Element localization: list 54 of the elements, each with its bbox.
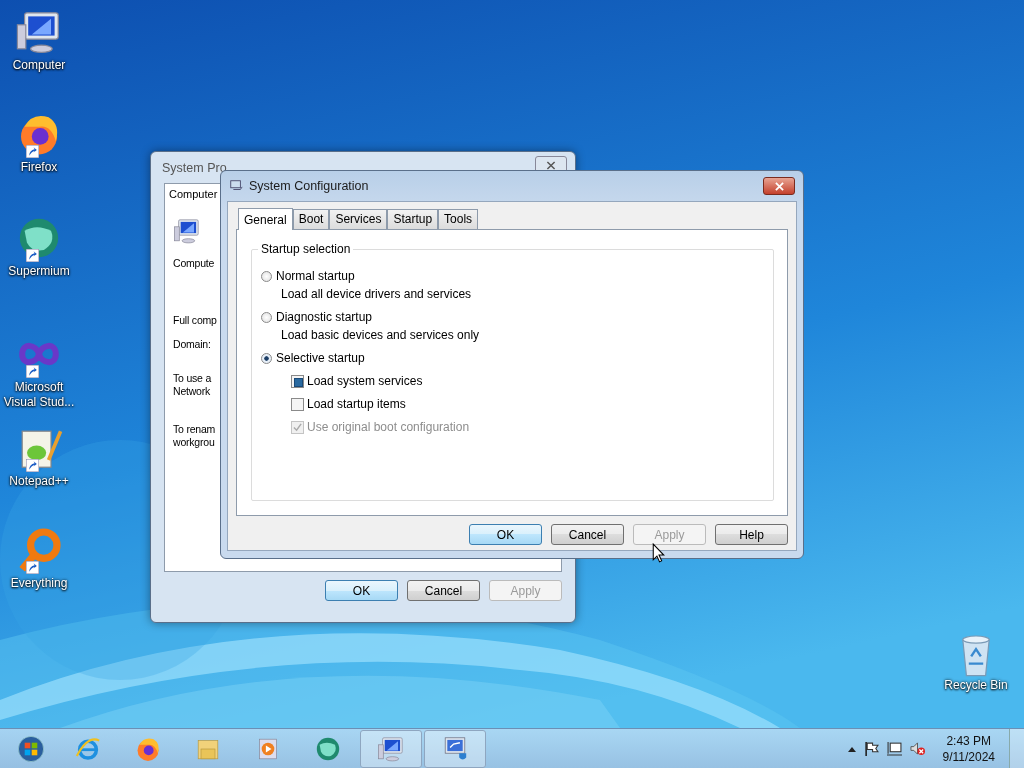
label-text: Compute	[173, 257, 215, 269]
checkbox[interactable]	[291, 374, 304, 388]
desktop-icon-label: Firefox	[20, 160, 58, 175]
window-title: System Pro	[162, 161, 228, 175]
tab[interactable]: General	[238, 208, 293, 230]
clock[interactable]: 2:43 PM 9/11/2024	[942, 732, 995, 765]
desktop-icon-label: Microsoft Visual Stud...	[2, 380, 76, 410]
group-label: Startup selection	[258, 243, 354, 256]
tab[interactable]: Tools	[438, 209, 479, 229]
computer-icon	[377, 734, 405, 763]
dialog-button[interactable]: Cancel	[551, 524, 624, 545]
close-button[interactable]	[763, 177, 795, 195]
radio-button[interactable]	[261, 352, 272, 364]
description-text: To use a Network	[173, 372, 212, 397]
option-label[interactable]: Normal startup	[276, 269, 355, 283]
start-orb-icon[interactable]	[17, 734, 45, 763]
tab[interactable]: Boot	[292, 209, 330, 229]
network-icon[interactable]	[886, 741, 902, 756]
dialog-button[interactable]: Help	[715, 524, 788, 545]
desktop-icon-label: Notepad++	[9, 474, 69, 489]
close-icon	[773, 181, 785, 191]
option-label[interactable]: Diagnostic startup	[276, 310, 373, 324]
flag-icon[interactable]	[863, 741, 879, 756]
app-icon	[229, 179, 243, 193]
tab[interactable]: Services	[329, 209, 388, 229]
option-description: Load all device drivers and services	[281, 287, 473, 301]
show-desktop-button[interactable]	[1009, 728, 1024, 768]
mouse-pointer-icon	[652, 543, 665, 564]
muted-speaker-icon[interactable]	[909, 741, 925, 756]
computer-icon	[173, 217, 201, 245]
show-hidden-icons-icon[interactable]	[847, 745, 856, 752]
radio-button[interactable]	[261, 311, 272, 323]
radio-button[interactable]	[261, 270, 272, 282]
window-title: System Configuration	[249, 179, 370, 193]
description-text: To renam workgrou	[173, 423, 216, 448]
close-icon	[546, 160, 556, 170]
desktop-icon-label: Recycle Bin	[944, 678, 1008, 693]
option-label[interactable]: Selective startup	[276, 351, 365, 365]
tab[interactable]: Startup	[387, 209, 439, 229]
taskbar-button[interactable]	[360, 729, 422, 768]
checkbox-label[interactable]: Load startup items	[307, 397, 406, 411]
option-description: Load basic devices and services only	[281, 328, 481, 342]
dialog-button[interactable]: OK	[469, 524, 542, 545]
dialog-button[interactable]: OK	[325, 580, 398, 601]
tab[interactable]: Computer	[164, 183, 222, 203]
label-text: Domain:	[173, 338, 211, 350]
label-text: Full comp	[173, 314, 217, 326]
desktop-icon-label: Supermium	[8, 264, 70, 279]
taskbar-button[interactable]	[424, 729, 486, 768]
desktop-icon-label: Everything	[10, 576, 68, 591]
dialog-button[interactable]: Cancel	[407, 580, 480, 601]
desktop-icon-label: Computer	[12, 58, 66, 73]
checkbox-label[interactable]: Load system services	[307, 374, 423, 388]
checkbox[interactable]	[291, 397, 304, 411]
